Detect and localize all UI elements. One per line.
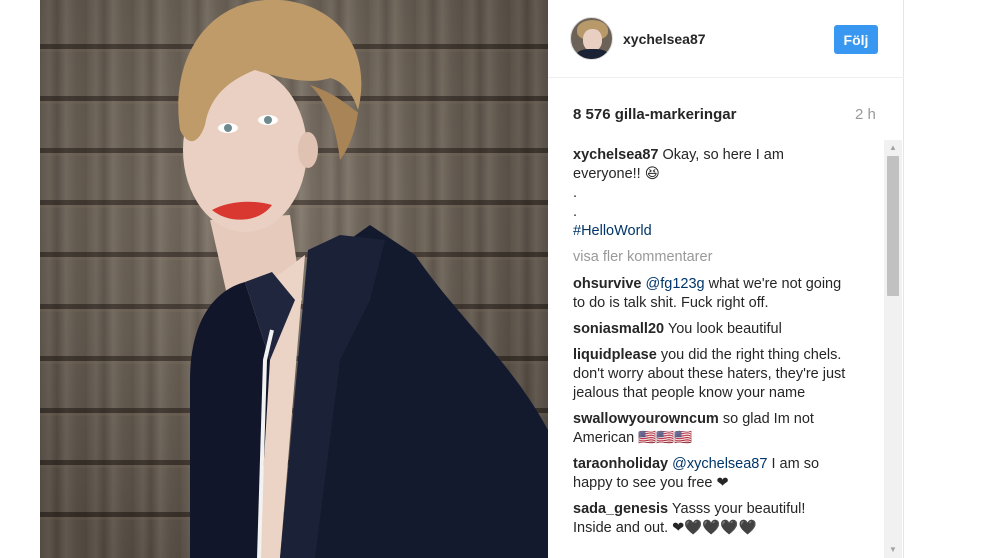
post-photo[interactable]	[40, 0, 548, 558]
comment-username[interactable]: ohsurvive	[573, 276, 642, 292]
follow-button[interactable]: Följ	[834, 25, 878, 54]
caption-line-3: .	[573, 204, 578, 220]
comment-item: soniasmall20 You look beautiful	[573, 320, 848, 339]
comment-username[interactable]: sada_genesis	[573, 501, 668, 517]
caption-line-2: .	[573, 185, 578, 201]
comment-item: ohsurvive @fg123g what we're not going t…	[573, 275, 848, 313]
comment-list: xychelsea87 Okay, so here I am everyone!…	[573, 146, 848, 545]
post-author-username[interactable]: xychelsea87	[623, 31, 706, 47]
comment-username[interactable]: soniasmall20	[573, 321, 664, 337]
scroll-up-arrow-icon[interactable]: ▲	[884, 142, 902, 154]
comment-item: sada_genesis Yasss your beautiful! Insid…	[573, 500, 848, 538]
scrollbar-thumb[interactable]	[887, 156, 899, 296]
post-timestamp[interactable]: 2 h	[855, 106, 876, 123]
scroll-down-arrow-icon[interactable]: ▼	[884, 544, 902, 556]
caption: xychelsea87 Okay, so here I am everyone!…	[573, 146, 848, 241]
comment-username[interactable]: swallowyourowncum	[573, 411, 719, 427]
portrait-illustration	[178, 0, 548, 558]
caption-hashtag[interactable]: #HelloWorld	[573, 222, 848, 241]
comment-text: You look beautiful	[667, 321, 782, 337]
load-more-comments-link[interactable]: visa fler kommentarer	[573, 248, 848, 267]
avatar-shirt	[576, 49, 609, 59]
post-sidebar: xychelsea87 Följ 8 576 gilla-markeringar…	[548, 0, 904, 558]
like-count[interactable]: 8 576 gilla-markeringar	[573, 106, 736, 123]
post-header: xychelsea87 Följ	[548, 0, 904, 78]
comment-mention[interactable]: @xychelsea87	[672, 456, 767, 472]
caption-username[interactable]: xychelsea87	[573, 147, 658, 163]
comment-item: swallowyourowncum so glad Im not America…	[573, 410, 848, 448]
comment-item: liquidplease you did the right thing che…	[573, 346, 848, 403]
comment-username[interactable]: liquidplease	[573, 347, 657, 363]
comment-item: taraonholiday @xychelsea87 I am so happy…	[573, 455, 848, 493]
comment-username[interactable]: taraonholiday	[573, 456, 668, 472]
comment-mention[interactable]: @fg123g	[646, 276, 705, 292]
avatar-face	[583, 29, 602, 51]
comments-scrollbar[interactable]: ▲ ▼	[884, 140, 902, 558]
avatar[interactable]	[570, 17, 613, 60]
